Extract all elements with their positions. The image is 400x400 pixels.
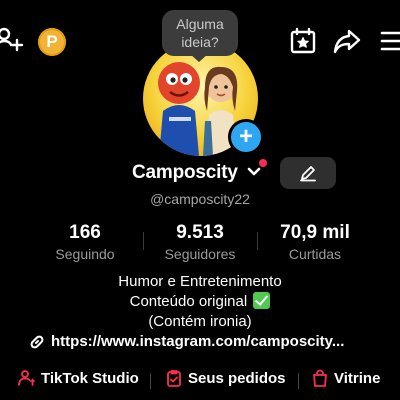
edit-profile-button[interactable] [280,157,336,189]
profile-name[interactable]: Camposcity [132,162,238,184]
bio-link-text: https://www.instagram.com/camposcity... [51,333,345,350]
bio-line-2: Conteúdo original [0,292,400,312]
stat-divider [257,232,258,250]
following-label: Seguindo [55,246,115,262]
following-count: 166 [69,222,101,243]
coin-label: P [46,32,58,51]
followers-stat[interactable]: 9.513 Seguidores [145,222,255,263]
bio-line-1: Humor e Entretenimento [118,273,282,290]
orders-button[interactable]: Seus pedidos [165,369,286,387]
orders-label: Seus pedidos [188,369,286,387]
followers-count: 9.513 [176,222,224,243]
followers-label: Seguidores [164,246,236,262]
check-mark-icon [253,292,271,309]
following-stat[interactable]: 166 Seguindo [30,222,140,263]
tiktok-studio-label: TikTok Studio [41,369,139,387]
likes-stat[interactable]: 70,9 mil Curtidas [260,222,370,263]
shopping-bag-icon [311,369,329,387]
plus-icon: + [238,123,253,150]
showcase-label: Vitrine [334,369,381,387]
action-divider [150,373,151,389]
notification-dot [259,159,267,167]
likes-label: Curtidas [288,246,342,262]
profile-handle: @camposcity22 [150,191,250,207]
likes-count: 70,9 mil [280,222,350,243]
add-story-button[interactable]: + [228,119,264,155]
idea-bubble[interactable]: Alguma ideia? [162,10,238,56]
idea-bubble-tail [190,54,208,62]
bio-line-3: (Contém ironia) [148,313,252,330]
person-studio-icon [18,369,36,387]
share-arrow-icon[interactable] [333,27,361,55]
hamburger-menu-icon[interactable] [380,30,400,52]
clipboard-check-icon [165,369,183,387]
pencil-icon [299,164,317,182]
stat-divider [143,232,144,250]
action-divider [298,373,299,389]
tiktok-studio-button[interactable]: TikTok Studio [18,369,139,387]
showcase-button[interactable]: Vitrine [311,369,380,387]
bio-link[interactable]: https://www.instagram.com/camposcity... [29,333,344,350]
calendar-star-icon[interactable] [289,27,317,55]
person-plus-icon[interactable] [0,26,24,54]
link-icon [29,334,45,350]
idea-bubble-text: Alguma ideia? [176,16,224,50]
chevron-down-icon[interactable] [247,167,261,177]
coin-icon[interactable]: P [38,28,66,56]
bio-line-2-text: Conteúdo original [129,293,248,310]
